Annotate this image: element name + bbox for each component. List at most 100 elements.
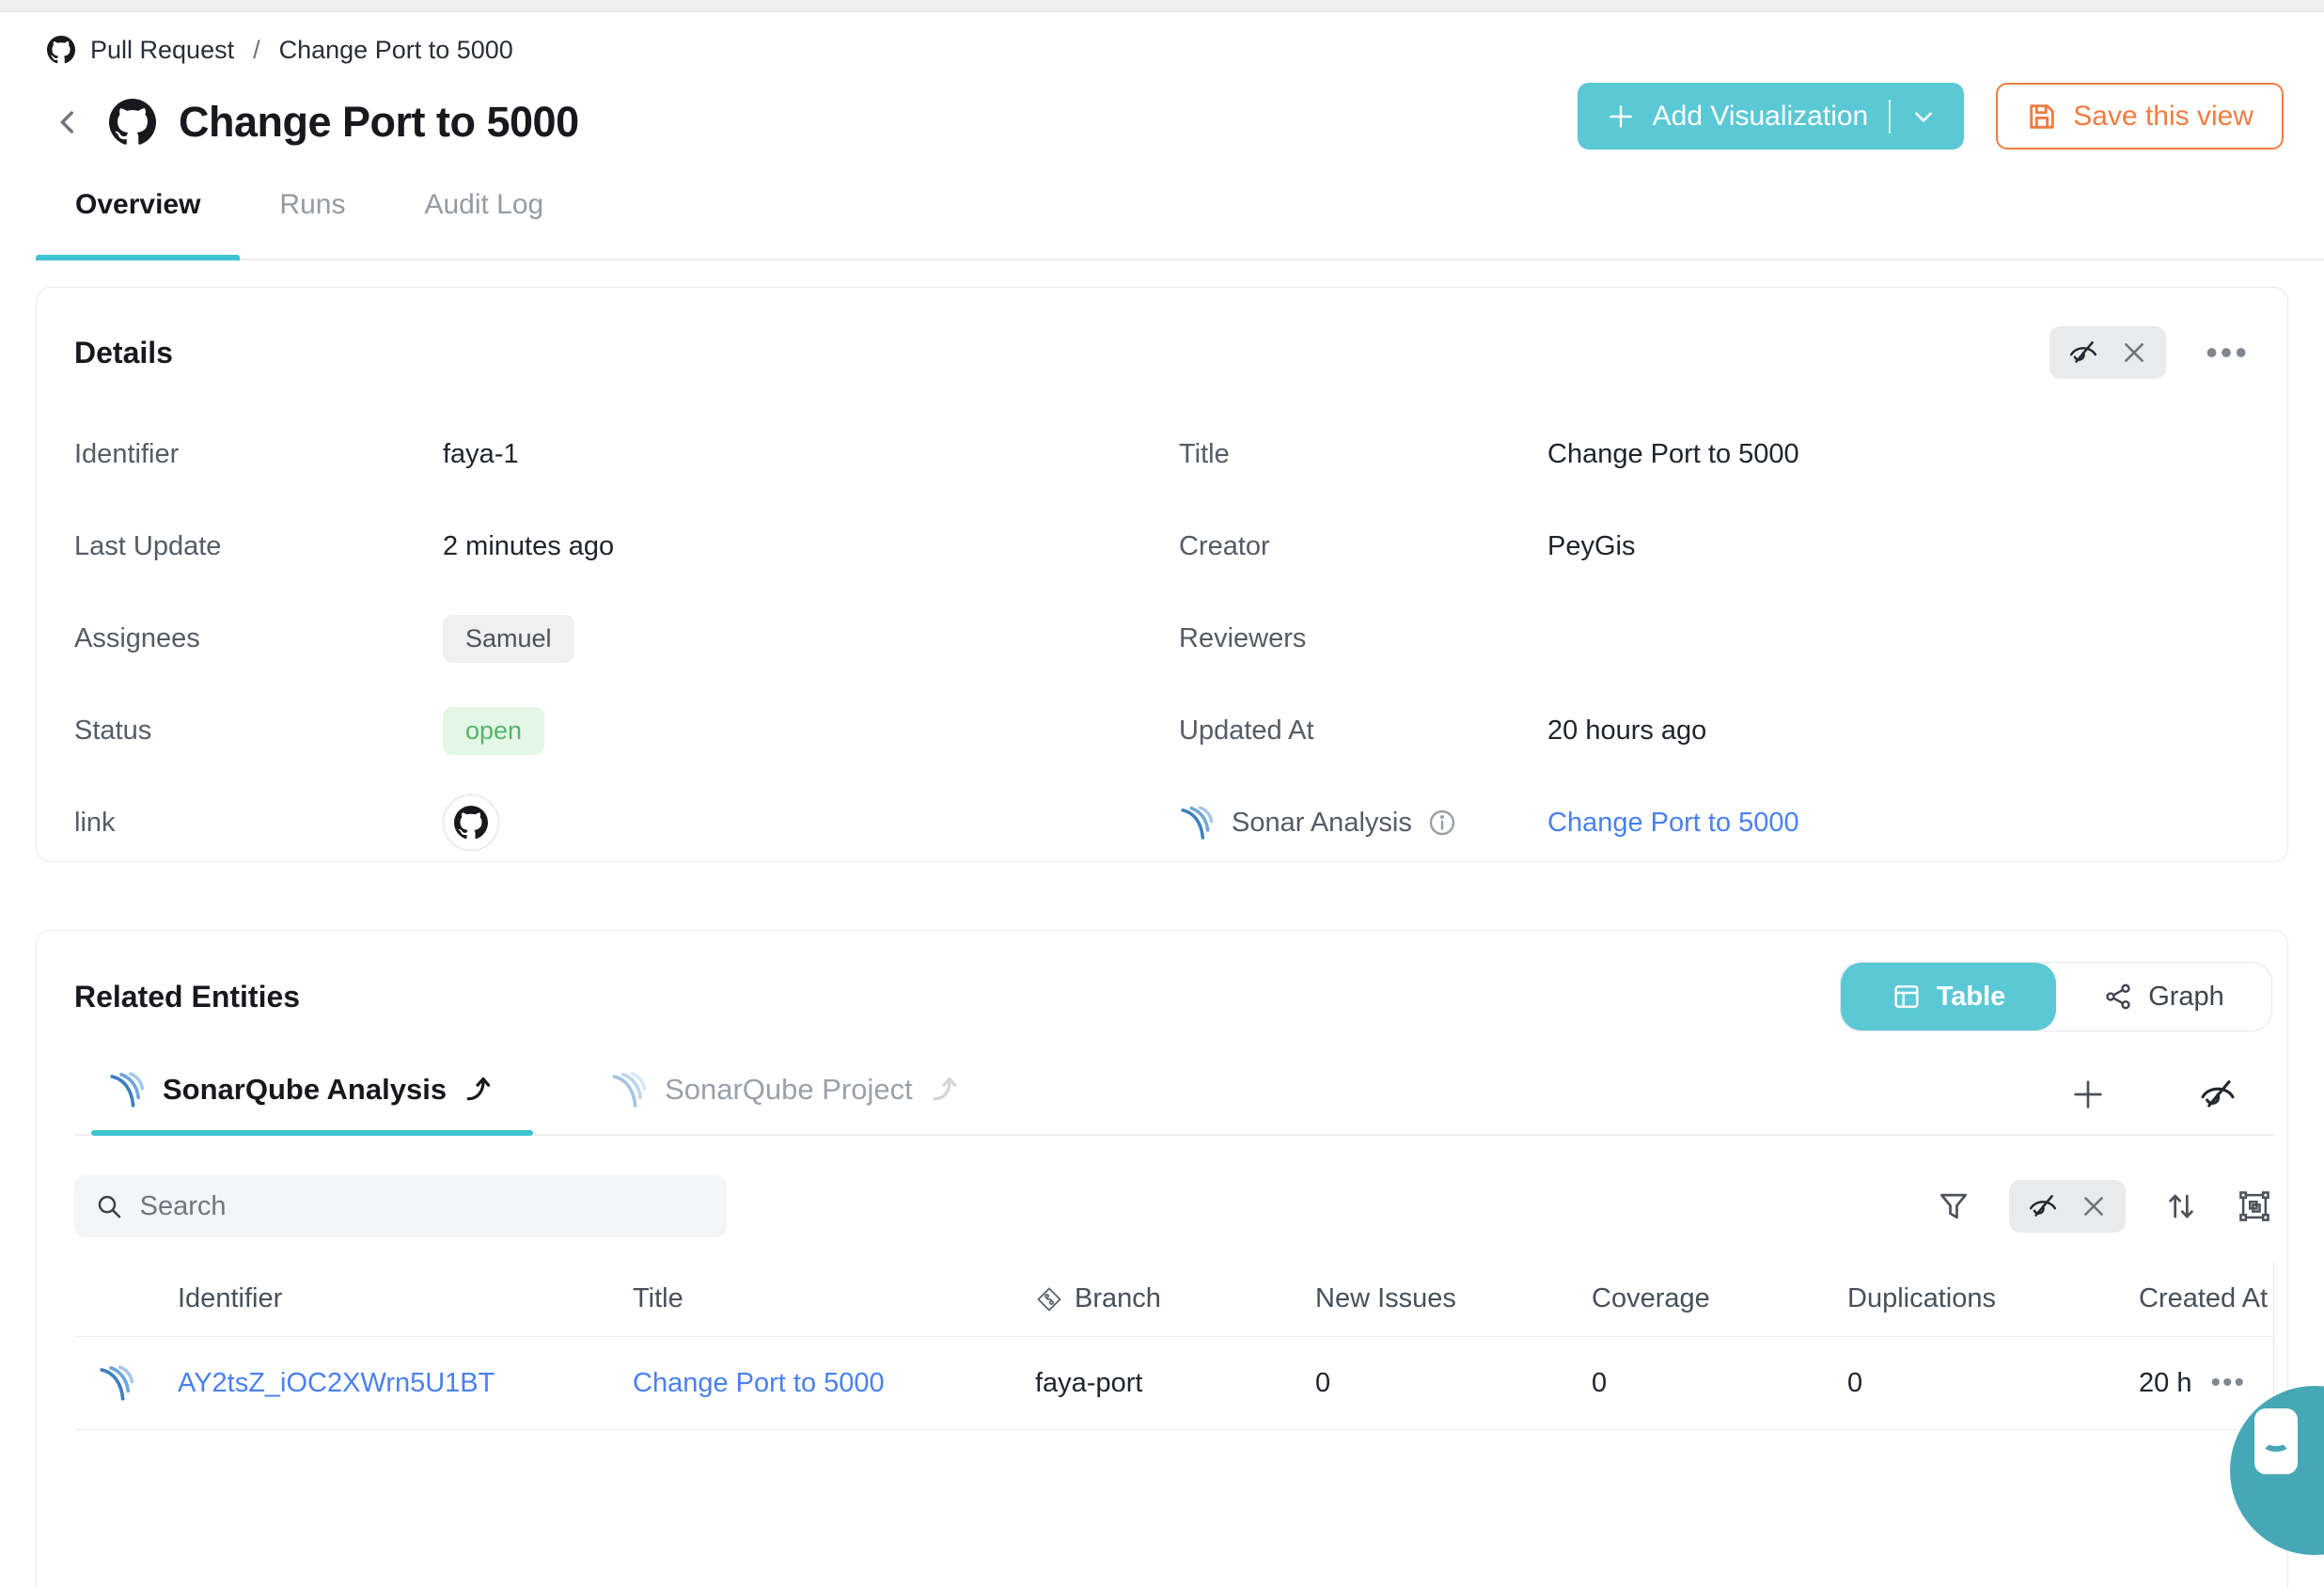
entity-tabs: SonarQube Analysis SonarQube Project	[74, 1055, 2274, 1136]
field-label: link	[74, 808, 443, 839]
field-row: Status open	[74, 684, 1145, 777]
row-created-at: 20 h	[2139, 1368, 2191, 1399]
field-row: Assignees Samuel	[74, 592, 1145, 684]
window-top-strip	[0, 0, 2324, 12]
add-related-entity-button[interactable]	[2069, 1076, 2107, 1113]
eye-slash-icon[interactable]	[2028, 1191, 2058, 1221]
row-identifier-link[interactable]: AY2tsZ_iOC2XWrn5U1BT	[178, 1368, 495, 1399]
row-duplications: 0	[1815, 1337, 2069, 1430]
button-divider	[1889, 100, 1891, 134]
eye-slash-icon[interactable]	[2199, 1076, 2237, 1113]
tab-runs[interactable]: Runs	[240, 189, 385, 259]
field-value: PeyGis	[1547, 531, 1635, 562]
search-icon	[95, 1191, 123, 1221]
assignee-chip[interactable]: Samuel	[443, 615, 574, 663]
tab-overview[interactable]: Overview	[36, 189, 240, 259]
details-heading: Details	[74, 336, 173, 370]
sonarqube-icon	[1179, 804, 1217, 841]
filter-icon[interactable]	[1936, 1188, 1971, 1224]
row-title-link[interactable]: Change Port to 5000	[633, 1368, 885, 1399]
view-toggle: Table Graph	[1840, 962, 2272, 1031]
table-row: AY2tsZ_iOC2XWrn5U1BT Change Port to 5000…	[74, 1337, 2273, 1430]
hidden-properties-pill	[2049, 326, 2166, 379]
plus-icon	[1606, 102, 1636, 132]
branch-icon	[1035, 1285, 1063, 1313]
row-more-button[interactable]: •••	[2210, 1367, 2246, 1399]
sonarqube-icon	[108, 1070, 148, 1109]
save-view-button[interactable]: Save this view	[1996, 83, 2284, 149]
column-header[interactable]: Identifier	[161, 1262, 603, 1337]
search-box	[74, 1175, 727, 1237]
column-header[interactable]: Branch	[1013, 1262, 1280, 1337]
add-visualization-button[interactable]: Add Visualization	[1578, 83, 1965, 149]
info-icon[interactable]	[1427, 808, 1457, 838]
tab-audit-log[interactable]: Audit Log	[385, 189, 583, 259]
relation-arrow-icon	[462, 1074, 494, 1106]
related-entities-card: Related Entities Table Graph SonarQube A…	[36, 930, 2288, 1588]
field-row: Sonar Analysis Change Port to 5000	[1179, 777, 2250, 869]
group-icon[interactable]	[2237, 1188, 2272, 1224]
table-view-button[interactable]: Table	[1841, 963, 2056, 1030]
github-icon	[47, 36, 75, 64]
close-icon[interactable]	[2081, 1193, 2107, 1219]
hidden-columns-pill	[2009, 1180, 2126, 1233]
column-header[interactable]: Created At	[2069, 1262, 2275, 1337]
row-new-issues: 0	[1280, 1337, 1552, 1430]
column-header[interactable]: Duplications	[1815, 1262, 2069, 1337]
field-label: Title	[1179, 439, 1547, 470]
details-card: Details ••• Identifier faya-1 Last Updat…	[36, 287, 2288, 862]
field-label: Reviewers	[1179, 623, 1547, 654]
field-row: Creator PeyGis	[1179, 500, 2250, 592]
sonarqube-icon	[98, 1363, 137, 1403]
save-icon	[2026, 101, 2058, 133]
breadcrumb-current: Change Port to 5000	[279, 36, 513, 65]
graph-icon	[2103, 982, 2133, 1012]
relation-arrow-icon	[928, 1074, 960, 1106]
field-label: Last Update	[74, 531, 443, 562]
github-icon	[454, 806, 488, 840]
field-value: 20 hours ago	[1547, 715, 1706, 747]
field-row: Reviewers	[1179, 592, 2250, 684]
table-icon	[1892, 982, 1922, 1012]
table-header-row: Identifier Title Branch New Issues Cover…	[74, 1262, 2273, 1337]
github-icon	[109, 99, 156, 146]
close-icon[interactable]	[2121, 339, 2147, 366]
column-header[interactable]: Coverage	[1552, 1262, 1815, 1337]
entity-tab-sonarqube-project[interactable]: SonarQube Project	[593, 1070, 999, 1134]
breadcrumb-separator: /	[249, 36, 264, 65]
field-value: 2 minutes ago	[443, 531, 614, 562]
column-header[interactable]: New Issues	[1280, 1262, 1552, 1337]
row-coverage: 0	[1552, 1337, 1815, 1430]
field-label: Sonar Analysis	[1232, 808, 1412, 839]
chat-icon	[2254, 1408, 2298, 1474]
column-header[interactable]: Title	[603, 1262, 1013, 1337]
main-tabs: Overview Runs Audit Log	[36, 189, 2324, 260]
plus-icon	[2069, 1076, 2107, 1113]
column-header-icon	[74, 1262, 161, 1337]
breadcrumb-root[interactable]: Pull Request	[90, 36, 234, 65]
field-label: Assignees	[74, 623, 443, 654]
related-entities-table: Identifier Title Branch New Issues Cover…	[74, 1262, 2274, 1430]
sort-icon[interactable]	[2163, 1188, 2199, 1224]
search-input[interactable]	[140, 1191, 706, 1222]
field-value: faya-1	[443, 439, 519, 470]
graph-view-button[interactable]: Graph	[2056, 963, 2271, 1030]
github-link-button[interactable]	[443, 794, 499, 851]
field-value: Change Port to 5000	[1547, 439, 1799, 470]
back-button[interactable]	[49, 103, 86, 141]
field-label: Identifier	[74, 439, 443, 470]
field-label: Status	[74, 715, 443, 747]
page-title: Change Port to 5000	[179, 98, 579, 147]
entity-tab-sonarqube-analysis[interactable]: SonarQube Analysis	[91, 1070, 533, 1134]
field-label: Updated At	[1179, 715, 1547, 747]
related-entities-heading: Related Entities	[74, 980, 300, 1014]
field-row: Updated At 20 hours ago	[1179, 684, 2250, 777]
chevron-down-icon	[1911, 104, 1936, 129]
eye-slash-icon[interactable]	[2068, 338, 2098, 368]
details-more-button[interactable]: •••	[2206, 343, 2250, 362]
field-row: Identifier faya-1	[74, 408, 1145, 500]
breadcrumb: Pull Request / Change Port to 5000	[47, 31, 2324, 69]
sonar-analysis-link[interactable]: Change Port to 5000	[1547, 808, 1799, 839]
field-label: Creator	[1179, 531, 1547, 562]
sonarqube-icon	[610, 1070, 650, 1109]
